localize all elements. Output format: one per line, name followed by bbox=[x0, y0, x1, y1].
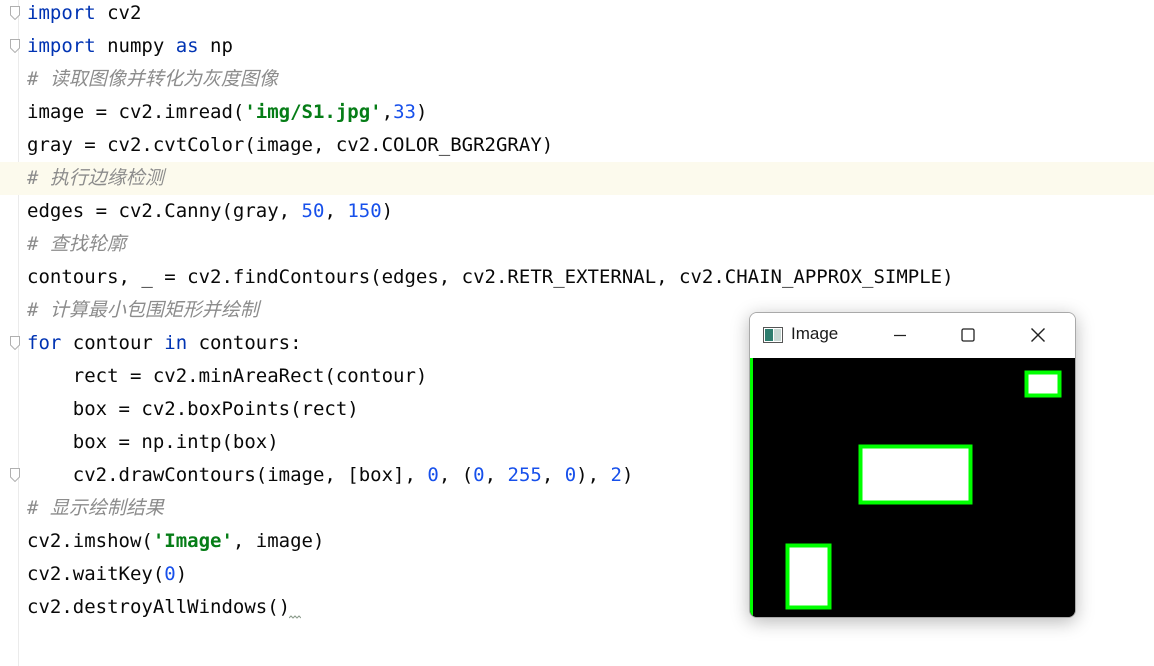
large-box-center bbox=[858, 444, 973, 505]
code-text: import cv2 bbox=[27, 0, 141, 30]
code-token: 255 bbox=[507, 464, 542, 486]
minimize-icon bbox=[894, 334, 906, 337]
code-text: import numpy as np bbox=[27, 30, 233, 63]
tall-box-bottom-left bbox=[785, 543, 832, 610]
code-token: 'Image' bbox=[152, 530, 233, 552]
code-token: 0 bbox=[473, 464, 485, 486]
image-app-icon bbox=[763, 327, 783, 343]
code-token: 'img/S1.jpg' bbox=[244, 101, 382, 123]
code-token: box = cv2.boxPoints(rect) bbox=[27, 398, 359, 420]
code-text: # 查找轮廓 bbox=[27, 228, 126, 261]
code-token: in bbox=[164, 332, 188, 354]
image-canvas bbox=[750, 358, 1075, 617]
code-text: # 计算最小包围矩形并绘制 bbox=[27, 294, 259, 327]
code-text: box = cv2.boxPoints(rect) bbox=[27, 393, 359, 426]
code-text: cv2.waitKey(0) bbox=[27, 558, 187, 591]
code-text: # 执行边缘检测 bbox=[27, 162, 164, 195]
warning-squiggle bbox=[289, 615, 301, 619]
code-token: cv2.waitKey( bbox=[27, 563, 165, 585]
code-token: ) bbox=[175, 563, 188, 585]
code-token: contour bbox=[61, 332, 165, 354]
code-token: # 读取图像并转化为灰度图像 bbox=[27, 68, 278, 90]
code-text: box = np.intp(box) bbox=[27, 426, 279, 459]
code-line[interactable]: # 读取图像并转化为灰度图像 bbox=[0, 63, 1154, 96]
code-token: contours: bbox=[187, 332, 302, 354]
code-token: , image) bbox=[232, 530, 325, 552]
maximize-icon bbox=[961, 328, 975, 342]
code-text: # 读取图像并转化为灰度图像 bbox=[27, 63, 278, 96]
code-token: 2 bbox=[610, 464, 622, 486]
code-token: 50 bbox=[301, 200, 325, 222]
code-token: 0 bbox=[564, 464, 577, 486]
window-titlebar[interactable]: Image bbox=[750, 313, 1075, 358]
code-line[interactable]: image = cv2.imread('img/S1.jpg',33) bbox=[0, 96, 1154, 129]
code-token: # 执行边缘检测 bbox=[27, 167, 164, 189]
code-token: cv2.drawContours(image, [box], bbox=[27, 464, 428, 486]
code-token: image = cv2.imread( bbox=[27, 101, 245, 123]
code-token: rect = cv2.minAreaRect(contour) bbox=[27, 365, 428, 387]
code-line[interactable]: contours, _ = cv2.findContours(edges, cv… bbox=[0, 261, 1154, 294]
code-token: ) bbox=[621, 464, 634, 486]
code-token: cv2.imshow( bbox=[27, 530, 153, 552]
code-token: , ( bbox=[438, 464, 474, 486]
code-token: edges = cv2.Canny(gray, bbox=[27, 200, 302, 222]
image-window[interactable]: Image bbox=[749, 312, 1076, 618]
code-token: ), bbox=[576, 464, 611, 486]
code-token: 33 bbox=[393, 101, 416, 123]
code-text: contours, _ = cv2.findContours(edges, cv… bbox=[27, 261, 954, 294]
code-line[interactable]: # 执行边缘检测 bbox=[0, 162, 1154, 195]
fold-marker-icon[interactable] bbox=[10, 6, 20, 20]
code-line[interactable]: edges = cv2.Canny(gray, 50, 150) bbox=[0, 195, 1154, 228]
fold-marker-icon[interactable] bbox=[10, 336, 20, 350]
small-box-top-right bbox=[1024, 370, 1062, 398]
code-text: gray = cv2.cvtColor(image, cv2.COLOR_BGR… bbox=[27, 129, 553, 162]
minimize-button[interactable] bbox=[872, 313, 928, 358]
code-token: # 显示绘制结果 bbox=[27, 497, 164, 519]
code-token: ) bbox=[381, 200, 394, 222]
close-icon bbox=[1031, 328, 1045, 342]
code-token: cv2.destroyAllWindows() bbox=[27, 596, 291, 618]
code-text: # 显示绘制结果 bbox=[27, 492, 164, 525]
left-edge-contour bbox=[750, 358, 753, 617]
code-token: import bbox=[27, 2, 96, 24]
code-token: cv2 bbox=[95, 2, 142, 24]
code-token: , bbox=[324, 200, 348, 222]
code-text: for contour in contours: bbox=[27, 327, 302, 360]
maximize-button[interactable] bbox=[940, 313, 996, 358]
contour-image bbox=[750, 358, 1075, 617]
code-token: 0 bbox=[164, 563, 176, 585]
code-token: np bbox=[198, 35, 233, 57]
window-title: Image bbox=[791, 324, 839, 343]
code-line[interactable]: gray = cv2.cvtColor(image, cv2.COLOR_BGR… bbox=[0, 129, 1154, 162]
code-line[interactable]: import cv2 bbox=[0, 0, 1154, 30]
code-token: import bbox=[27, 35, 96, 57]
code-token: # 计算最小包围矩形并绘制 bbox=[27, 299, 259, 321]
code-token: # 查找轮廓 bbox=[27, 233, 126, 255]
code-line[interactable]: # 查找轮廓 bbox=[0, 228, 1154, 261]
code-text: cv2.drawContours(image, [box], 0, (0, 25… bbox=[27, 459, 634, 492]
fold-marker-icon[interactable] bbox=[10, 39, 20, 53]
fold-marker-icon[interactable] bbox=[10, 468, 20, 482]
code-token: as bbox=[175, 35, 199, 57]
code-token: , bbox=[381, 101, 394, 123]
close-button[interactable] bbox=[1010, 313, 1066, 358]
code-token: 0 bbox=[427, 464, 439, 486]
code-token: contours, _ = cv2.findContours(edges, cv… bbox=[27, 266, 954, 288]
code-line[interactable]: import numpy as np bbox=[0, 30, 1154, 63]
code-token: , bbox=[484, 464, 508, 486]
code-text: edges = cv2.Canny(gray, 50, 150) bbox=[27, 195, 393, 228]
code-token: gray = cv2.cvtColor(image, cv2.COLOR_BGR… bbox=[27, 134, 554, 156]
code-token: 150 bbox=[347, 200, 382, 222]
code-token: numpy bbox=[95, 35, 176, 57]
code-text: rect = cv2.minAreaRect(contour) bbox=[27, 360, 428, 393]
code-text: cv2.destroyAllWindows() bbox=[27, 591, 290, 624]
code-token: , bbox=[541, 464, 565, 486]
code-text: cv2.imshow('Image', image) bbox=[27, 525, 324, 558]
code-token: box = np.intp(box) bbox=[27, 431, 279, 453]
code-token: ) bbox=[415, 101, 428, 123]
code-token: for bbox=[27, 332, 62, 354]
code-text: image = cv2.imread('img/S1.jpg',33) bbox=[27, 96, 427, 129]
